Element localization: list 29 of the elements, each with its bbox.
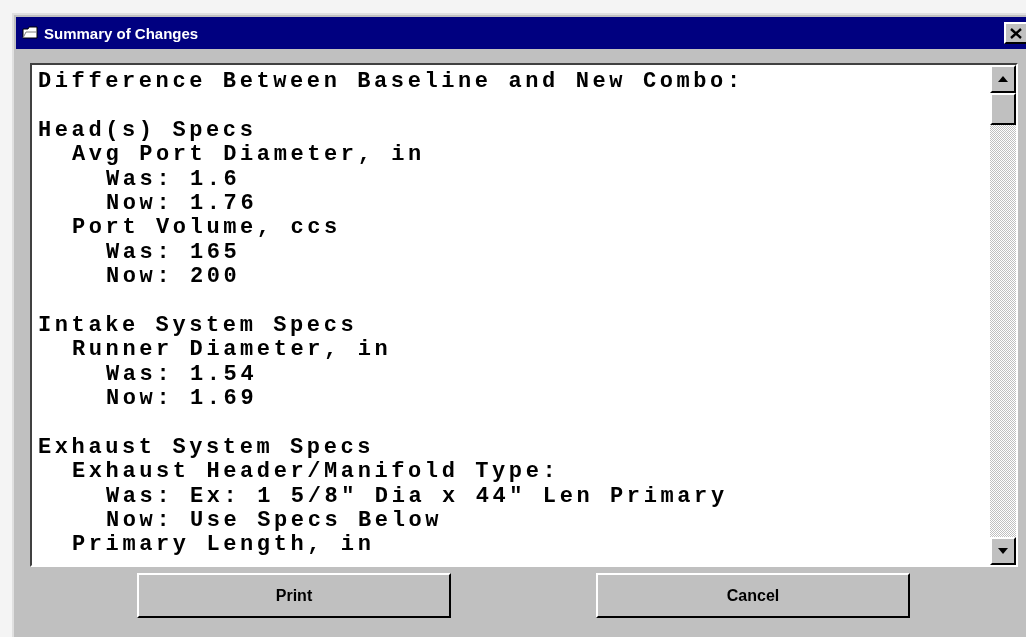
up-arrow-icon xyxy=(998,76,1008,82)
print-button[interactable]: Print xyxy=(137,573,451,618)
scroll-thumb[interactable] xyxy=(990,93,1016,125)
spec-value: Now: 1.69 xyxy=(105,387,258,412)
section-title: Head(s) Specs xyxy=(38,118,257,144)
section-title: Intake System Specs xyxy=(38,313,358,339)
spec-label: Primary Length, in xyxy=(71,533,375,558)
spec-value: Was: 1.6 xyxy=(105,167,241,192)
scroll-up-button[interactable] xyxy=(990,65,1016,93)
spec-value: Was: 165 xyxy=(105,240,241,266)
close-button[interactable] xyxy=(1004,22,1026,44)
spec-value: Now: Use Specs Below xyxy=(105,509,443,534)
spec-label: Port Volume, ccs xyxy=(71,216,341,241)
folder-icon xyxy=(22,26,38,40)
spec-value: Now: 200 xyxy=(105,265,241,290)
cancel-button[interactable]: Cancel xyxy=(596,573,910,618)
spec-label: Runner Diameter, in xyxy=(71,338,392,363)
spec-value: Was: 1.54 xyxy=(105,362,258,388)
scroll-down-button[interactable] xyxy=(990,537,1016,565)
close-icon xyxy=(1010,27,1022,39)
summary-heading: Difference Between Baseline and New Combo: xyxy=(38,70,744,95)
window-title: Summary of Changes xyxy=(44,24,199,42)
section-title: Exhaust System Specs xyxy=(38,435,375,461)
spec-value: Was: Ex: 1 5/8" Dia x 44" Len Primary xyxy=(105,484,728,510)
down-arrow-icon xyxy=(998,548,1008,554)
spec-label: Exhaust Header/Manifold Type: xyxy=(71,460,560,485)
spec-label: Avg Port Diameter, in xyxy=(71,143,425,168)
scrollbar[interactable] xyxy=(990,65,1016,565)
spec-value: Now: 1.76 xyxy=(105,191,258,217)
